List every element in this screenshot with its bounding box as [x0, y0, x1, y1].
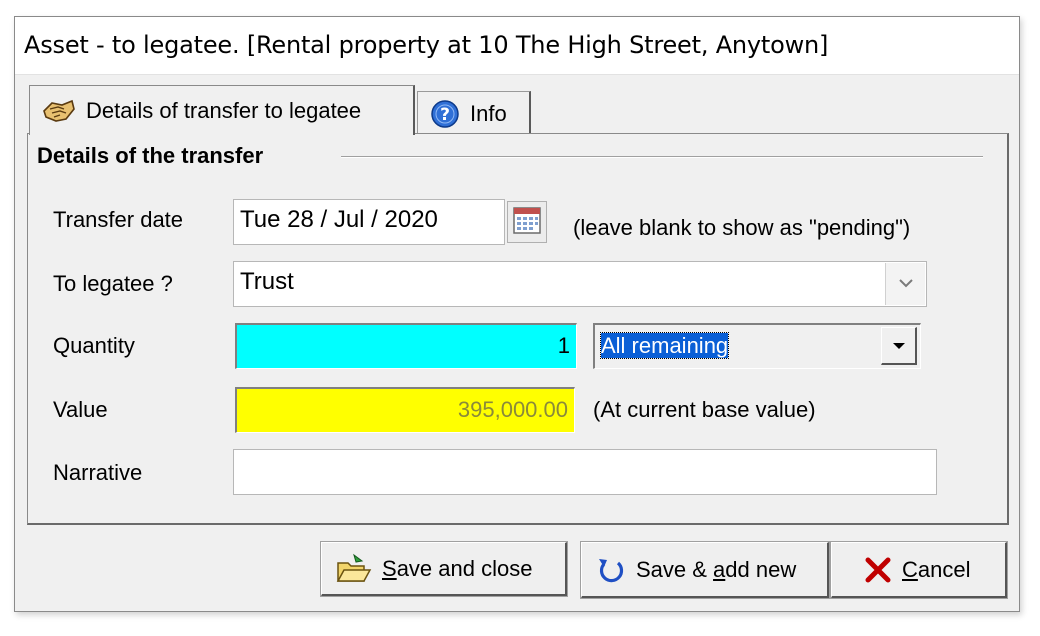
value-note: (At current base value): [593, 397, 816, 422]
save-and-close-label: Save and close: [382, 555, 533, 581]
refresh-icon: [596, 555, 626, 585]
window-title: Asset - to legatee. [Rental property at …: [24, 31, 829, 59]
tab-info[interactable]: ? Info: [417, 91, 531, 135]
legatee-label: To legatee ?: [53, 271, 173, 296]
quantity-label: Quantity: [53, 333, 135, 358]
chevron-down-icon: [898, 275, 914, 293]
transfer-date-field[interactable]: Tue 28 / Jul / 2020: [233, 199, 505, 245]
transfer-date-label: Transfer date: [53, 207, 184, 232]
dialog-window: Asset - to legatee. [Rental property at …: [14, 16, 1020, 612]
transfer-date-hint: (leave blank to show as "pending"): [573, 215, 911, 240]
cancel-label: Cancel: [902, 556, 971, 582]
narrative-field[interactable]: [233, 449, 937, 495]
svg-text:?: ?: [440, 105, 450, 125]
save-and-add-new-label: Save & add new: [636, 556, 797, 582]
narrative-label: Narrative: [53, 460, 143, 485]
calendar-button[interactable]: [507, 201, 547, 243]
tab-details-label: Details of transfer to legatee: [86, 97, 362, 123]
group-divider: [341, 156, 983, 158]
legatee-value: Trust: [240, 268, 294, 295]
folder-open-icon: [336, 553, 372, 585]
calendar-icon: [512, 205, 542, 240]
triangle-down-icon: [892, 337, 906, 355]
legatee-combobox[interactable]: Trust: [233, 261, 927, 307]
quantity-field[interactable]: 1: [235, 323, 577, 369]
title-bar: Asset - to legatee. [Rental property at …: [15, 17, 1019, 75]
help-icon: ?: [430, 99, 460, 129]
tab-info-label: Info: [470, 100, 507, 126]
handshake-icon: [42, 97, 76, 125]
quantity-mode-value: All remaining: [599, 332, 730, 359]
cancel-button[interactable]: Cancel: [830, 541, 1008, 599]
value-amount: 395,000.00: [457, 397, 568, 422]
tab-details-of-transfer[interactable]: Details of transfer to legatee: [29, 85, 415, 135]
value-field: 395,000.00: [235, 387, 575, 433]
legatee-dropdown-button[interactable]: [885, 263, 925, 305]
quantity-mode-select[interactable]: All remaining: [593, 323, 921, 369]
save-and-close-button[interactable]: Save and close: [320, 541, 568, 597]
group-title: Details of the transfer: [37, 143, 280, 169]
value-label: Value: [53, 397, 108, 422]
x-icon: [864, 556, 892, 584]
save-and-add-new-button[interactable]: Save & add new: [580, 541, 830, 599]
quantity-mode-dropdown-button[interactable]: [881, 327, 917, 365]
quantity-value: 1: [557, 333, 570, 358]
transfer-date-value: Tue 28 / Jul / 2020: [240, 206, 438, 233]
